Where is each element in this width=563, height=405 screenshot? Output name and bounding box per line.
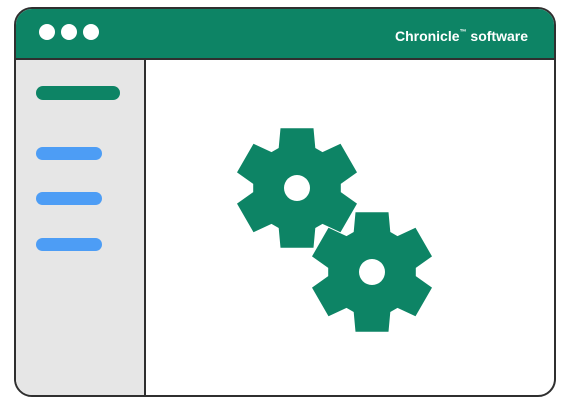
main-content (146, 60, 554, 395)
gear-icon (312, 212, 432, 332)
window-control-dot[interactable] (39, 24, 55, 40)
sidebar-item[interactable] (36, 238, 102, 251)
app-title: Chronicle™ software (395, 24, 528, 45)
gears-illustration (237, 128, 432, 332)
brand-suffix: software (470, 28, 528, 44)
sidebar-item-active[interactable] (36, 86, 120, 100)
gear-hole (284, 175, 310, 201)
sidebar (16, 60, 146, 395)
sidebar-item[interactable] (36, 147, 102, 160)
app-window: Chronicle™ software (14, 7, 556, 397)
title-bar: Chronicle™ software (16, 9, 554, 60)
window-control-dot[interactable] (83, 24, 99, 40)
sidebar-item[interactable] (36, 192, 102, 205)
gear-icon (237, 128, 357, 248)
trademark-mark: ™ (459, 29, 467, 36)
brand-name: Chronicle (394, 28, 460, 44)
gear-hole (359, 259, 385, 285)
window-control-dot[interactable] (61, 24, 77, 40)
